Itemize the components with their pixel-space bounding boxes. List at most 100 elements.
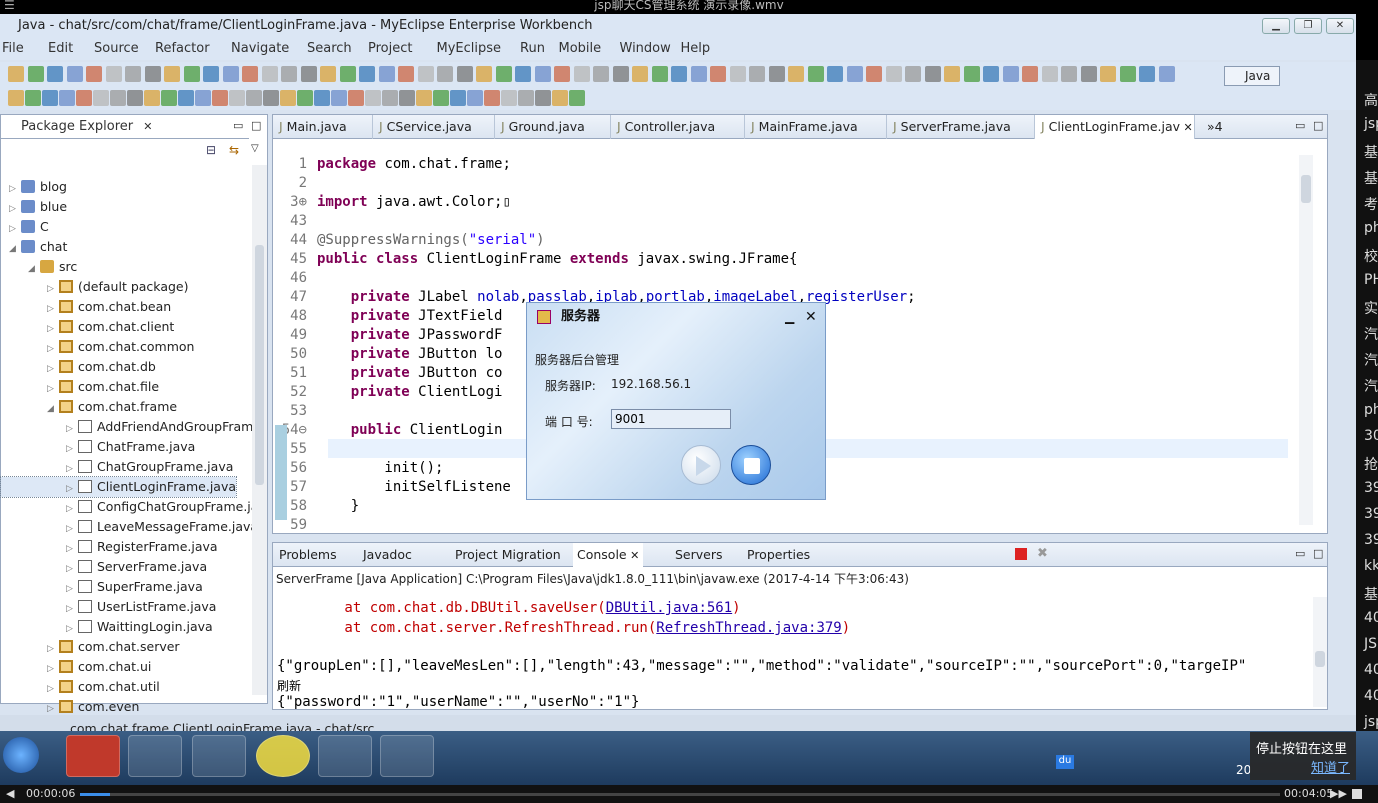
toolbar1-button-icon[interactable] [66,66,83,82]
toolbar1-button-icon[interactable] [144,66,161,82]
toolbar1-button-icon[interactable] [983,66,999,82]
stop-icon[interactable] [1352,789,1362,799]
menu-help[interactable]: Help [681,41,711,56]
toolbar1-button-icon[interactable] [671,66,687,82]
tree-item[interactable]: ▷ (default package) [1,277,188,297]
tree-item[interactable]: ▷ ConfigChatGroupFrame.ja [1,497,258,517]
toolbar1-button-icon[interactable] [1022,66,1038,82]
collapsed-arrow-icon[interactable]: ▷ [47,279,59,299]
side-list-item[interactable]: 汽 [1364,324,1378,344]
toolbar1-button-icon[interactable] [1080,66,1097,82]
side-list-item[interactable]: 基 [1364,168,1378,188]
toolbar2-button-icon[interactable] [110,90,126,106]
side-list-item[interactable]: 基 [1364,584,1378,604]
toolbar1-button-icon[interactable] [885,66,902,82]
editor-scrollbar[interactable] [1299,155,1313,525]
toolbar1-button-icon[interactable] [534,66,551,82]
toolbar2-button-icon[interactable] [331,90,347,106]
toolbar1-button-icon[interactable] [164,66,180,82]
toolbar1-button-icon[interactable] [807,66,824,82]
tree-item[interactable]: ▷ C [1,217,49,237]
toolbar2-button-icon[interactable] [518,90,534,106]
menu-mobile[interactable]: Mobile [559,41,602,56]
toolbar1-button-icon[interactable] [378,66,395,82]
toolbar1-button-icon[interactable] [203,66,219,82]
toolbar2-button-icon[interactable] [161,90,177,106]
toolbar1-button-icon[interactable] [125,66,141,82]
close-icon[interactable]: ✕ [627,549,639,562]
close-icon[interactable]: ✕ [1180,121,1193,134]
collapsed-arrow-icon[interactable]: ▷ [47,299,59,319]
collapsed-arrow-icon[interactable]: ▷ [66,479,78,499]
toolbar2-button-icon[interactable] [552,90,568,106]
side-list-item[interactable]: 39 [1364,480,1378,496]
toolbar2-button-icon[interactable] [501,90,517,106]
toolbar1-button-icon[interactable] [1061,66,1077,82]
tree-item[interactable]: ◢ chat [1,237,67,257]
toolbar1-button-icon[interactable] [183,66,200,82]
toolbar1-button-icon[interactable] [593,66,609,82]
dialog-titlebar[interactable]: 服务器 ▁ ✕ [527,303,825,331]
collapsed-arrow-icon[interactable]: ▷ [47,679,59,699]
toolbar1-button-icon[interactable] [47,66,63,82]
toolbar1-button-icon[interactable] [8,66,24,82]
minimize-editor-icon[interactable]: ▭ [1295,119,1305,132]
toolbar2-button-icon[interactable] [365,90,381,106]
collapsed-arrow-icon[interactable]: ▷ [66,499,78,519]
tree-item[interactable]: ▷ LeaveMessageFrame.java [1,517,258,537]
editor-tab[interactable]: J Ground.java [495,115,611,139]
toolbar1-button-icon[interactable] [27,66,44,82]
toolbar2-button-icon[interactable] [8,90,24,106]
editor-tab[interactable]: J ClientLoginFrame.jav ✕ [1035,115,1195,139]
toolbar1-button-icon[interactable] [827,66,843,82]
tree-item[interactable]: ◢ com.chat.frame [1,397,177,417]
editor-tab[interactable]: J Main.java [273,115,373,139]
console-tab-properties[interactable]: Properties [747,543,810,567]
stack-link-1[interactable]: DBUtil.java:561 [606,600,732,616]
toolbar1-button-icon[interactable] [417,66,434,82]
menu-edit[interactable]: Edit [48,41,73,56]
port-input[interactable]: 9001 [611,409,731,429]
tree-item[interactable]: ▷ blog [1,177,67,197]
tree-item[interactable]: ▷ com.chat.ui [1,657,151,677]
console-scrollbar[interactable] [1313,597,1327,707]
side-list-item[interactable]: 40 [1364,688,1378,704]
start-button[interactable] [3,737,39,773]
toolbar1-button-icon[interactable] [222,66,239,82]
toolbar2-button-icon[interactable] [433,90,449,106]
side-list-item[interactable]: 基 [1364,142,1378,162]
maximize-view-icon[interactable]: □ [251,119,261,132]
editor-scroll-thumb[interactable] [1301,175,1311,203]
toolbar2-button-icon[interactable] [144,90,160,106]
toolbar1-button-icon[interactable] [359,66,375,82]
tray-du-icon[interactable]: du [1056,755,1074,769]
tree-item[interactable]: ▷ ClientLoginFrame.java [0,476,238,499]
minimize-view-icon[interactable]: ▭ [233,119,243,132]
collapsed-arrow-icon[interactable]: ▷ [47,659,59,679]
side-list-item[interactable]: ph [1364,220,1378,236]
side-list-item[interactable]: 汽 [1364,376,1378,396]
console-tab-javadoc[interactable]: Javadoc [363,543,412,567]
menu-myeclipse[interactable]: MyEclipse [437,41,502,56]
stop-server-button[interactable] [731,445,771,485]
collapsed-arrow-icon[interactable]: ▷ [66,439,78,459]
toolbar2-button-icon[interactable] [25,90,41,106]
collapsed-arrow-icon[interactable]: ▷ [47,379,59,399]
expanded-arrow-icon[interactable]: ◢ [9,239,21,259]
menu-file[interactable]: File [2,41,24,56]
toolbar2-button-icon[interactable] [416,90,432,106]
toolbar2-button-icon[interactable] [212,90,228,106]
toolbar2-button-icon[interactable] [76,90,92,106]
side-list-item[interactable]: ph [1364,402,1378,418]
remove-launch-icon[interactable]: ✖ [1037,546,1048,561]
toolbar2-button-icon[interactable] [484,90,500,106]
collapsed-arrow-icon[interactable]: ▷ [66,419,78,439]
toolbar2-button-icon[interactable] [229,90,245,106]
toolbar2-button-icon[interactable] [467,90,483,106]
tree-item[interactable]: ▷ ChatFrame.java [1,437,195,457]
toolbar1-button-icon[interactable] [905,66,921,82]
toolbar1-button-icon[interactable] [846,66,863,82]
stack-link-2[interactable]: RefreshThread.java:379 [656,620,841,636]
tree-item[interactable]: ▷ ServerFrame.java [1,557,207,577]
toolbar1-button-icon[interactable] [1139,66,1155,82]
